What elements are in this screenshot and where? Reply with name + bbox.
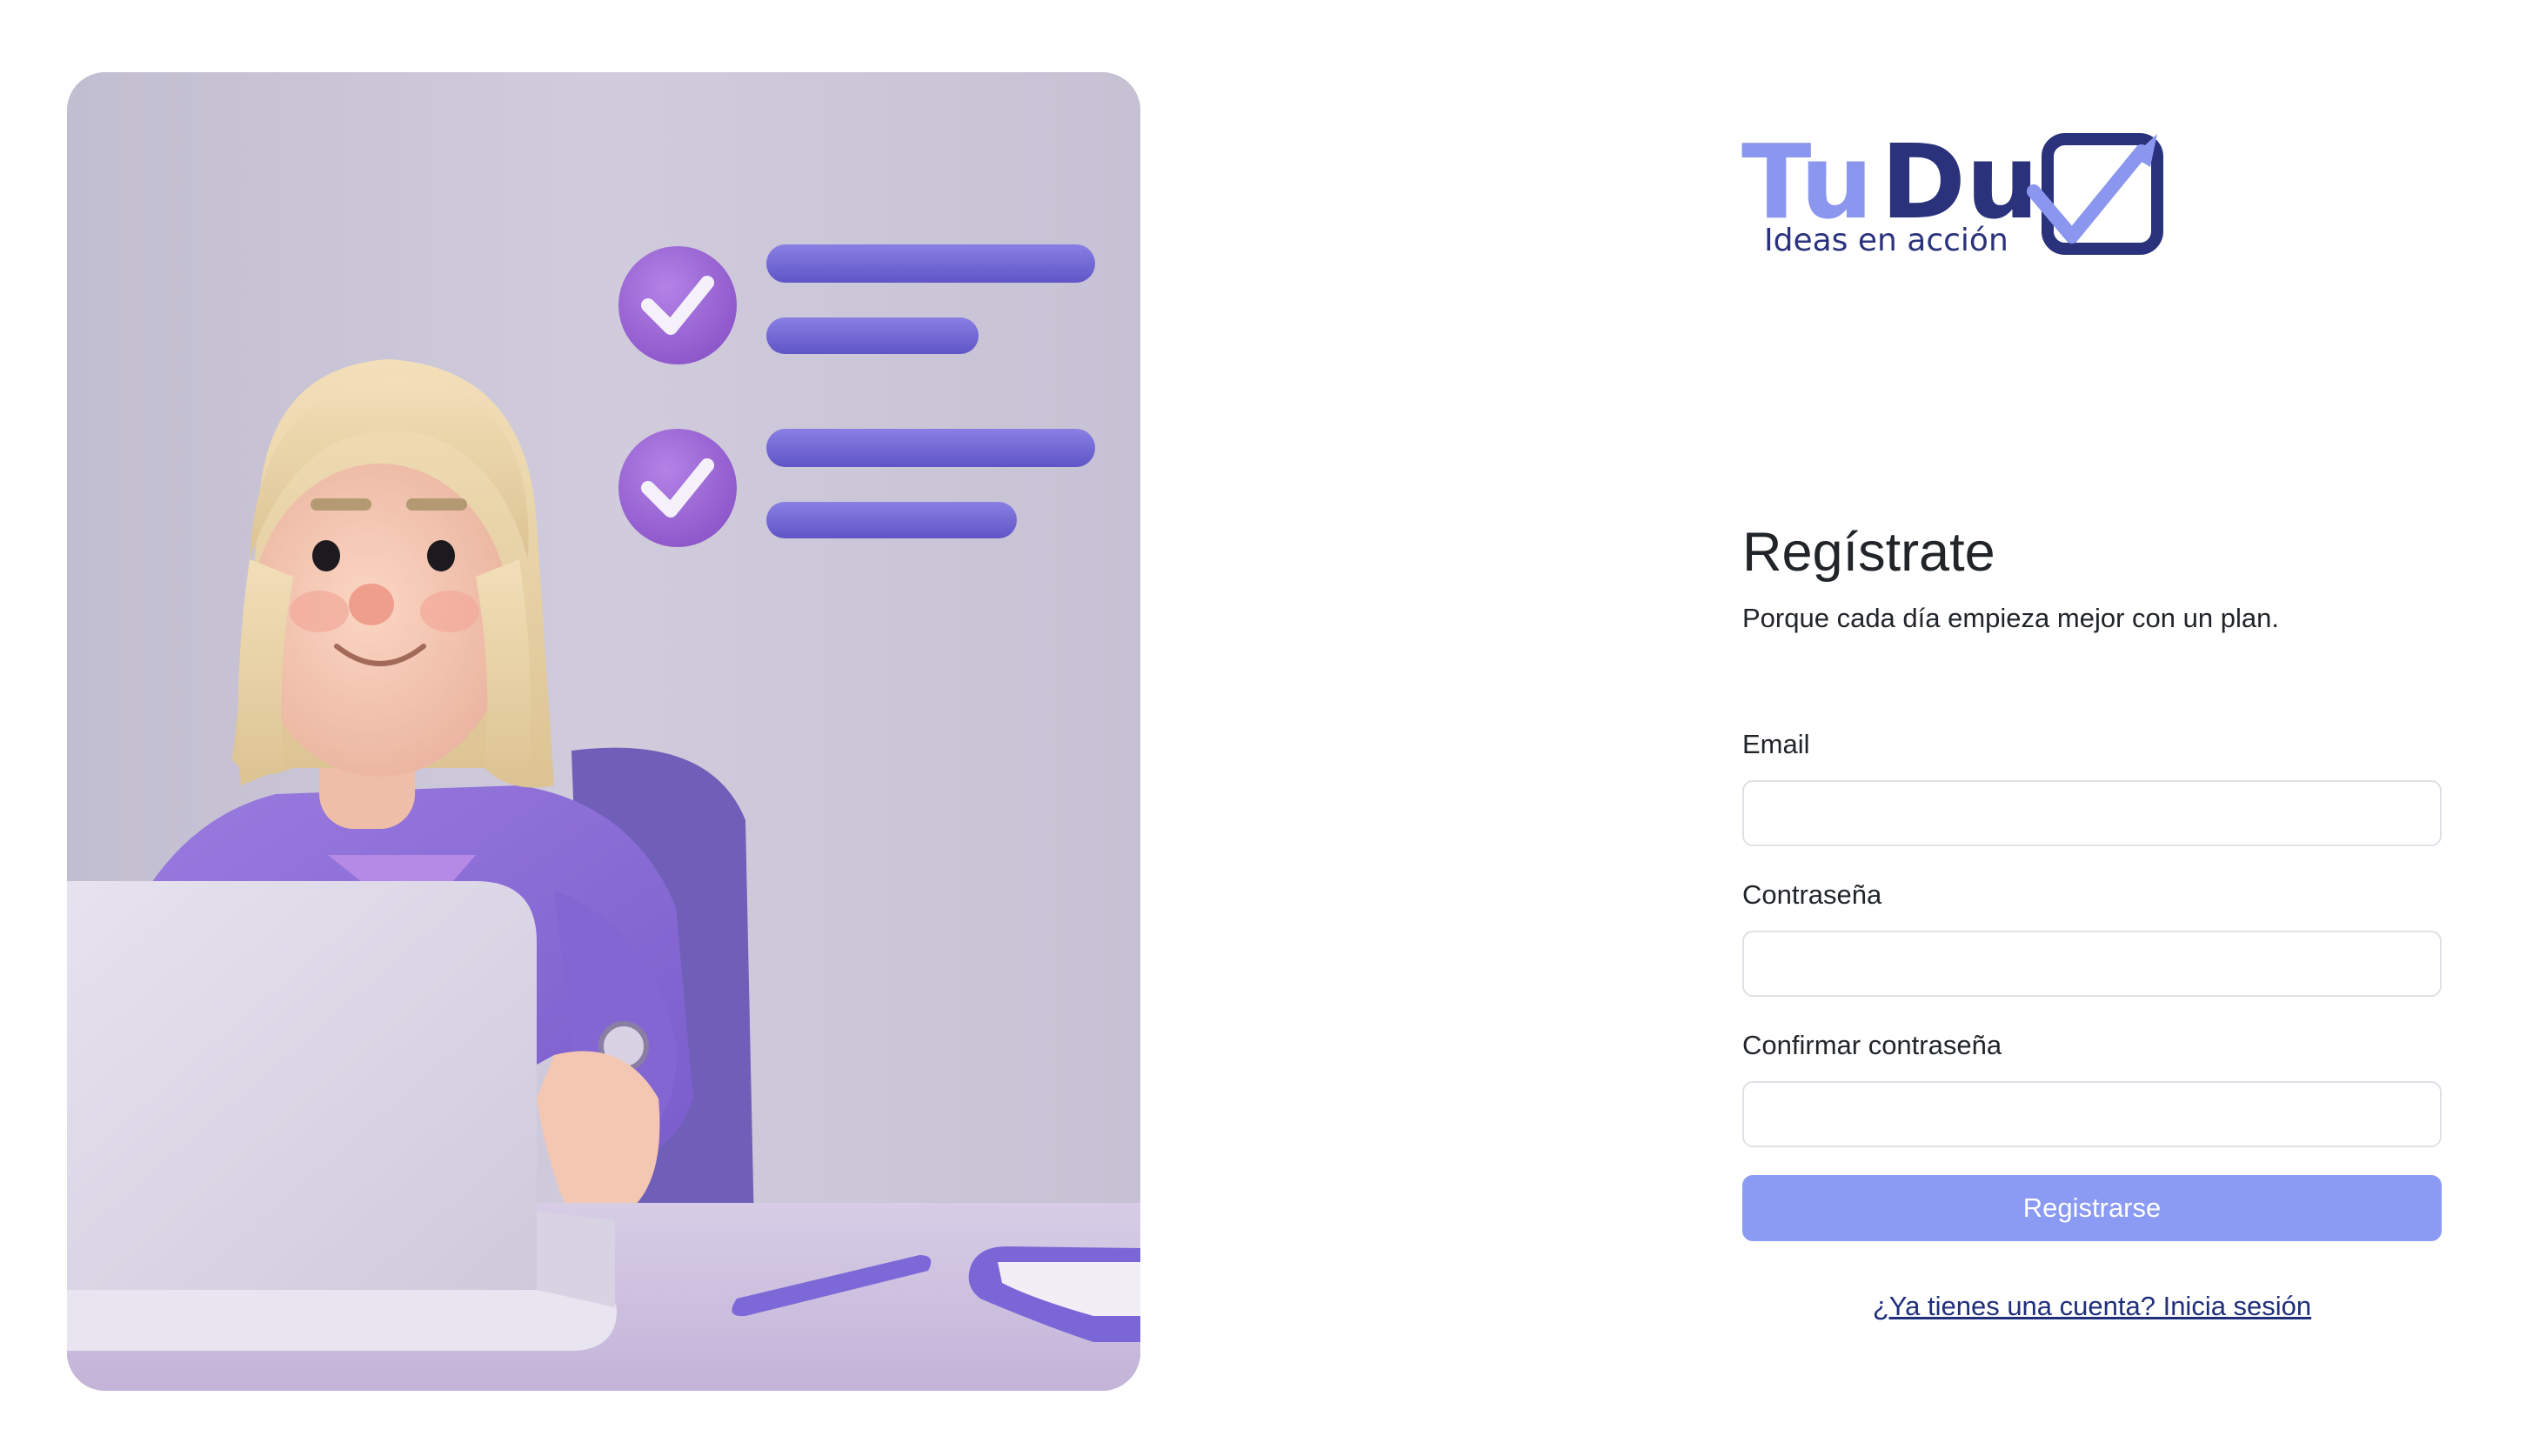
- checkmark-icon: [618, 429, 737, 547]
- checkbox-rocket-icon: [2027, 133, 2163, 255]
- hero-illustration: [67, 72, 1140, 1391]
- page-title: Regístrate: [1742, 522, 1995, 583]
- tudu-logo: Tu Du Ideas en acción: [1741, 130, 2168, 261]
- logo-tagline: Ideas en acción: [1764, 223, 2008, 258]
- password-field[interactable]: [1742, 931, 2442, 997]
- register-button[interactable]: Registrarse: [1742, 1175, 2442, 1241]
- checkmark-icon: [618, 246, 737, 364]
- confirm-password-label: Confirmar contraseña: [1742, 1030, 2002, 1060]
- login-link[interactable]: ¿Ya tienes una cuenta? Inicia sesión: [1742, 1286, 2442, 1326]
- email-field[interactable]: [1742, 780, 2442, 846]
- password-label: Contraseña: [1742, 879, 1882, 910]
- register-page: Tu Du Ideas en acción Regístrate Porque …: [0, 0, 2533, 1456]
- email-label: Email: [1742, 729, 1810, 759]
- page-subtitle: Porque cada día empieza mejor con un pla…: [1742, 603, 2279, 633]
- confirm-password-field[interactable]: [1742, 1081, 2442, 1147]
